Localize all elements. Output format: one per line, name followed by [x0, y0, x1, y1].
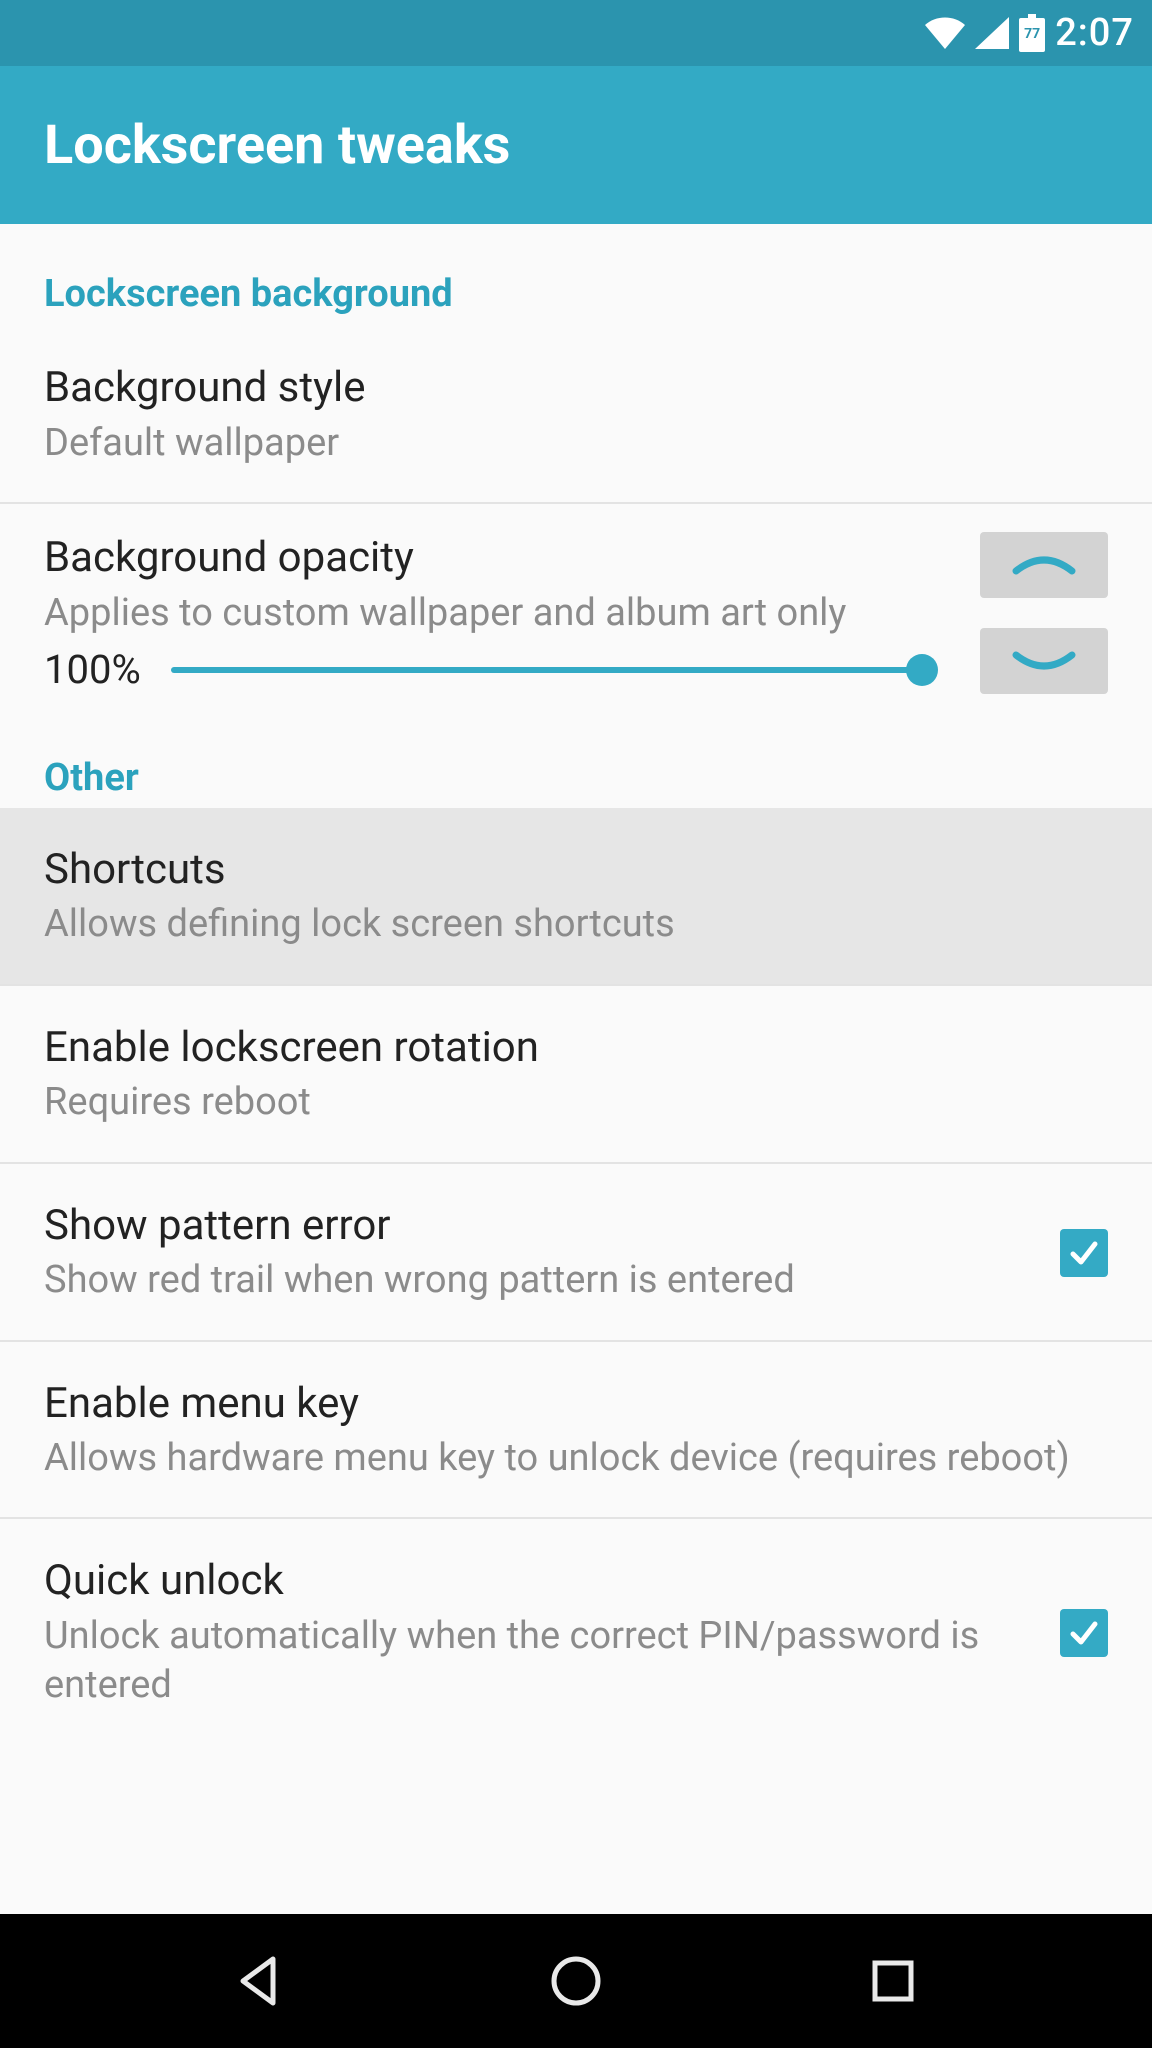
- item-title: Enable lockscreen rotation: [44, 1022, 1108, 1075]
- battery-text: 77: [1019, 26, 1045, 42]
- status-time: 2:07: [1055, 11, 1134, 55]
- item-title: Background style: [44, 362, 1108, 415]
- app-bar: Lockscreen tweaks: [0, 66, 1152, 224]
- battery-icon: 77: [1019, 14, 1045, 52]
- item-title: Show pattern error: [44, 1200, 1036, 1253]
- home-icon: [546, 1951, 606, 2011]
- section-header-background: Lockscreen background: [0, 224, 1152, 326]
- opacity-stepper: [980, 532, 1108, 694]
- screen: 77 2:07 Lockscreen tweaks Lockscreen bac…: [0, 0, 1152, 2048]
- item-background-style[interactable]: Background style Default wallpaper: [0, 326, 1152, 504]
- opacity-decrease-button[interactable]: [980, 628, 1108, 694]
- item-enable-rotation[interactable]: Enable lockscreen rotation Requires rebo…: [0, 986, 1152, 1164]
- item-title: Enable menu key: [44, 1378, 1108, 1431]
- nav-back-button[interactable]: [199, 1921, 319, 2041]
- slider-track: [171, 667, 936, 673]
- item-subtitle: Applies to custom wallpaper and album ar…: [44, 589, 936, 638]
- checkbox-quick-unlock[interactable]: [1060, 1609, 1108, 1657]
- item-quick-unlock[interactable]: Quick unlock Unlock automatically when t…: [0, 1519, 1152, 1720]
- check-icon: [1067, 1616, 1101, 1650]
- item-subtitle: Allows defining lock screen shortcuts: [44, 900, 1108, 949]
- item-title: Background opacity: [44, 532, 936, 585]
- section-header-other: Other: [0, 722, 1152, 808]
- item-subtitle: Default wallpaper: [44, 419, 1108, 468]
- item-enable-menu-key[interactable]: Enable menu key Allows hardware menu key…: [0, 1342, 1152, 1520]
- item-shortcuts[interactable]: Shortcuts Allows defining lock screen sh…: [0, 808, 1152, 986]
- checkbox-pattern-error[interactable]: [1060, 1229, 1108, 1277]
- item-title: Shortcuts: [44, 844, 1108, 897]
- item-title: Quick unlock: [44, 1555, 1036, 1608]
- opacity-increase-button[interactable]: [980, 532, 1108, 598]
- item-subtitle: Unlock automatically when the correct PI…: [44, 1612, 1036, 1711]
- item-background-opacity[interactable]: Background opacity Applies to custom wal…: [0, 504, 1152, 722]
- navigation-bar: [0, 1914, 1152, 2048]
- item-subtitle: Allows hardware menu key to unlock devic…: [44, 1434, 1108, 1483]
- opacity-slider[interactable]: [171, 650, 936, 690]
- chevron-down-icon: [1012, 651, 1076, 671]
- check-icon: [1067, 1236, 1101, 1270]
- opacity-value: 100%: [44, 646, 141, 693]
- nav-recents-button[interactable]: [833, 1921, 953, 2041]
- page-title: Lockscreen tweaks: [44, 114, 510, 177]
- chevron-up-icon: [1012, 555, 1076, 575]
- status-bar: 77 2:07: [0, 0, 1152, 66]
- item-show-pattern-error[interactable]: Show pattern error Show red trail when w…: [0, 1164, 1152, 1342]
- item-subtitle: Show red trail when wrong pattern is ent…: [44, 1256, 1036, 1305]
- nav-home-button[interactable]: [516, 1921, 636, 2041]
- back-icon: [229, 1951, 289, 2011]
- item-subtitle: Requires reboot: [44, 1078, 1108, 1127]
- recents-icon: [863, 1951, 923, 2011]
- cell-signal-icon: [975, 17, 1009, 49]
- settings-list[interactable]: Lockscreen background Background style D…: [0, 224, 1152, 1914]
- wifi-icon: [925, 17, 965, 49]
- slider-thumb[interactable]: [906, 654, 938, 686]
